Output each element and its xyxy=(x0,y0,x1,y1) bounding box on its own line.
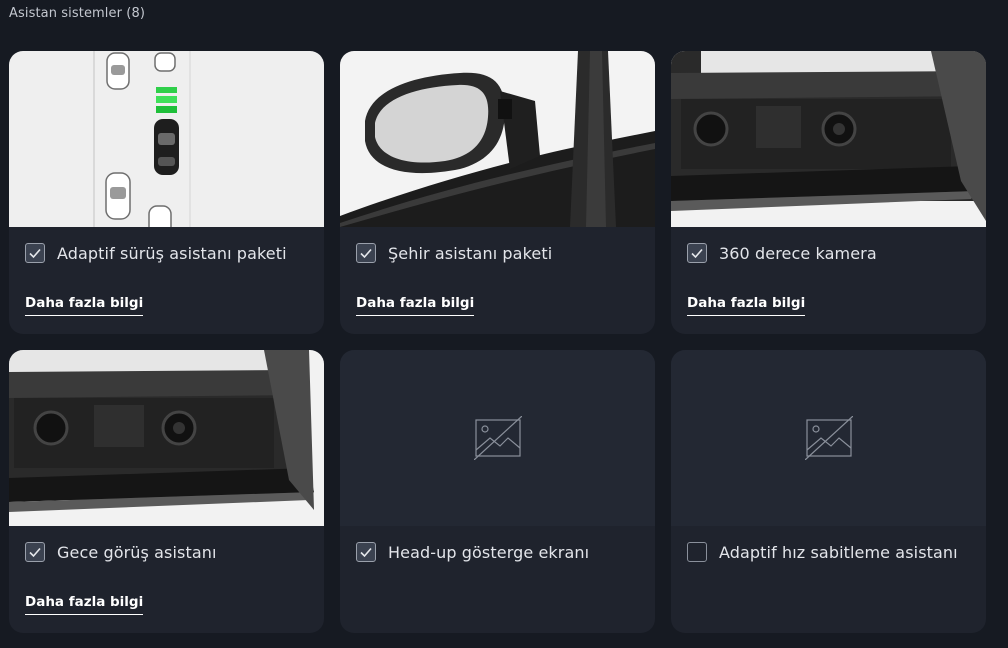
image-placeholder xyxy=(340,350,655,526)
side-mirror-image xyxy=(340,51,655,227)
image-placeholder-icon xyxy=(804,416,853,460)
option-label: Head-up gösterge ekranı xyxy=(388,542,590,562)
checkbox-checked-icon[interactable] xyxy=(25,243,45,263)
option-card-adaptive-cruise[interactable]: Adaptif hız sabitleme asistanı xyxy=(671,350,986,633)
more-info-link[interactable]: Daha fazla bilgi xyxy=(687,295,806,316)
section-title: Asistan sistemler (8) xyxy=(9,6,146,21)
option-row[interactable]: Adaptif hız sabitleme asistanı xyxy=(687,542,958,562)
checkbox-checked-icon[interactable] xyxy=(356,243,376,263)
checkbox-unchecked-icon[interactable] xyxy=(687,542,707,562)
option-card-head-up-display[interactable]: Head-up gösterge ekranı xyxy=(340,350,655,633)
option-label: Adaptif hız sabitleme asistanı xyxy=(719,542,958,562)
option-row[interactable]: Şehir asistanı paketi xyxy=(356,243,552,263)
front-camera-image xyxy=(9,350,324,526)
front-camera-image xyxy=(671,51,986,227)
option-card-adaptive-drive[interactable]: Adaptif sürüş asistanı paketi Daha fazla… xyxy=(9,51,324,334)
checkbox-checked-icon[interactable] xyxy=(25,542,45,562)
adaptive-drive-image xyxy=(9,51,324,227)
more-info-link[interactable]: Daha fazla bilgi xyxy=(25,594,144,615)
more-info-link[interactable]: Daha fazla bilgi xyxy=(356,295,475,316)
option-label: 360 derece kamera xyxy=(719,243,877,263)
option-label: Adaptif sürüş asistanı paketi xyxy=(57,243,287,263)
option-card-360-camera[interactable]: 360 derece kamera Daha fazla bilgi xyxy=(671,51,986,334)
checkbox-checked-icon[interactable] xyxy=(356,542,376,562)
more-info-link[interactable]: Daha fazla bilgi xyxy=(25,295,144,316)
option-label: Gece görüş asistanı xyxy=(57,542,217,562)
option-row[interactable]: Gece görüş asistanı xyxy=(25,542,217,562)
image-placeholder xyxy=(671,350,986,526)
option-card-night-vision[interactable]: Gece görüş asistanı Daha fazla bilgi xyxy=(9,350,324,633)
assist-systems-grid: Adaptif sürüş asistanı paketi Daha fazla… xyxy=(9,51,986,633)
image-placeholder-icon xyxy=(473,416,522,460)
option-label: Şehir asistanı paketi xyxy=(388,243,553,263)
option-row[interactable]: 360 derece kamera xyxy=(687,243,877,263)
option-row[interactable]: Head-up gösterge ekranı xyxy=(356,542,589,562)
option-card-city-assist[interactable]: Şehir asistanı paketi Daha fazla bilgi xyxy=(340,51,655,334)
option-row[interactable]: Adaptif sürüş asistanı paketi xyxy=(25,243,287,263)
checkbox-checked-icon[interactable] xyxy=(687,243,707,263)
